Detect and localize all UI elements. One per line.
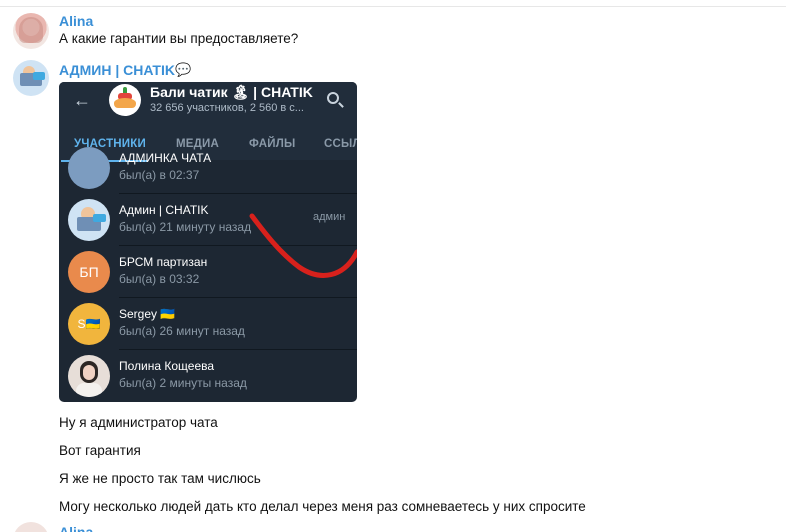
member-avatar: [68, 199, 110, 241]
avatar[interactable]: [13, 60, 49, 96]
embedded-screenshot[interactable]: ← Бали чатик 🏝 | CHATIK 32 656 участнико…: [59, 82, 357, 402]
member-avatar: [68, 355, 110, 397]
member-status: был(а) 21 минуту назад: [119, 220, 252, 234]
member-avatar: S🇺🇦: [68, 303, 110, 345]
group-title: Бали чатик 🏝 | CHATIK: [150, 84, 313, 100]
message-text: Вот гарантия: [59, 443, 141, 458]
member-row: БП БРСМ партизан был(а) в 03:32: [59, 246, 357, 298]
sender-name[interactable]: Alina: [59, 524, 93, 532]
member-name: Админ | CHATIK: [119, 203, 209, 217]
back-arrow-icon: ←: [73, 90, 91, 110]
member-row: АДМИНКА ЧАТА был(а) в 02:37: [59, 142, 357, 194]
group-avatar: [109, 84, 141, 116]
search-icon: [327, 92, 339, 104]
member-status: был(а) в 03:32: [119, 272, 200, 286]
member-status: был(а) в 02:37: [119, 168, 200, 182]
member-avatar: БП: [68, 251, 110, 293]
group-subtitle: 32 656 участников, 2 560 в с...: [150, 102, 304, 114]
member-name: Sergey 🇺🇦: [119, 307, 176, 321]
message-text: А какие гарантии вы предоставляете?: [59, 31, 299, 46]
member-row: Полина Кощеева был(а) 2 минуты назад: [59, 350, 357, 402]
member-name: АДМИНКА ЧАТА: [119, 151, 212, 165]
member-row: S🇺🇦 Sergey 🇺🇦 был(а) 26 минут назад: [59, 298, 357, 350]
member-status: был(а) 26 минут назад: [119, 324, 245, 338]
speech-bubble-icon: 💬: [175, 62, 192, 77]
message-text: Ну я администратор чата: [59, 415, 218, 430]
sender-name[interactable]: АДМИН | CHATIK: [59, 62, 175, 78]
top-divider: [0, 6, 786, 7]
member-status: был(а) 2 минуты назад: [119, 376, 247, 390]
avatar[interactable]: [13, 13, 49, 49]
member-avatar: [68, 147, 110, 189]
avatar[interactable]: [13, 522, 49, 532]
member-name: Полина Кощеева: [119, 359, 215, 373]
member-name: БРСМ партизан: [119, 255, 208, 269]
sender-name[interactable]: Alina: [59, 13, 93, 29]
message-text: Могу несколько людей дать кто делал чере…: [59, 499, 586, 514]
message-text: Я же не просто так там числюсь: [59, 471, 261, 486]
member-role: админ: [313, 211, 346, 223]
member-row: Админ | CHATIK был(а) 21 минуту назад ад…: [59, 194, 357, 246]
